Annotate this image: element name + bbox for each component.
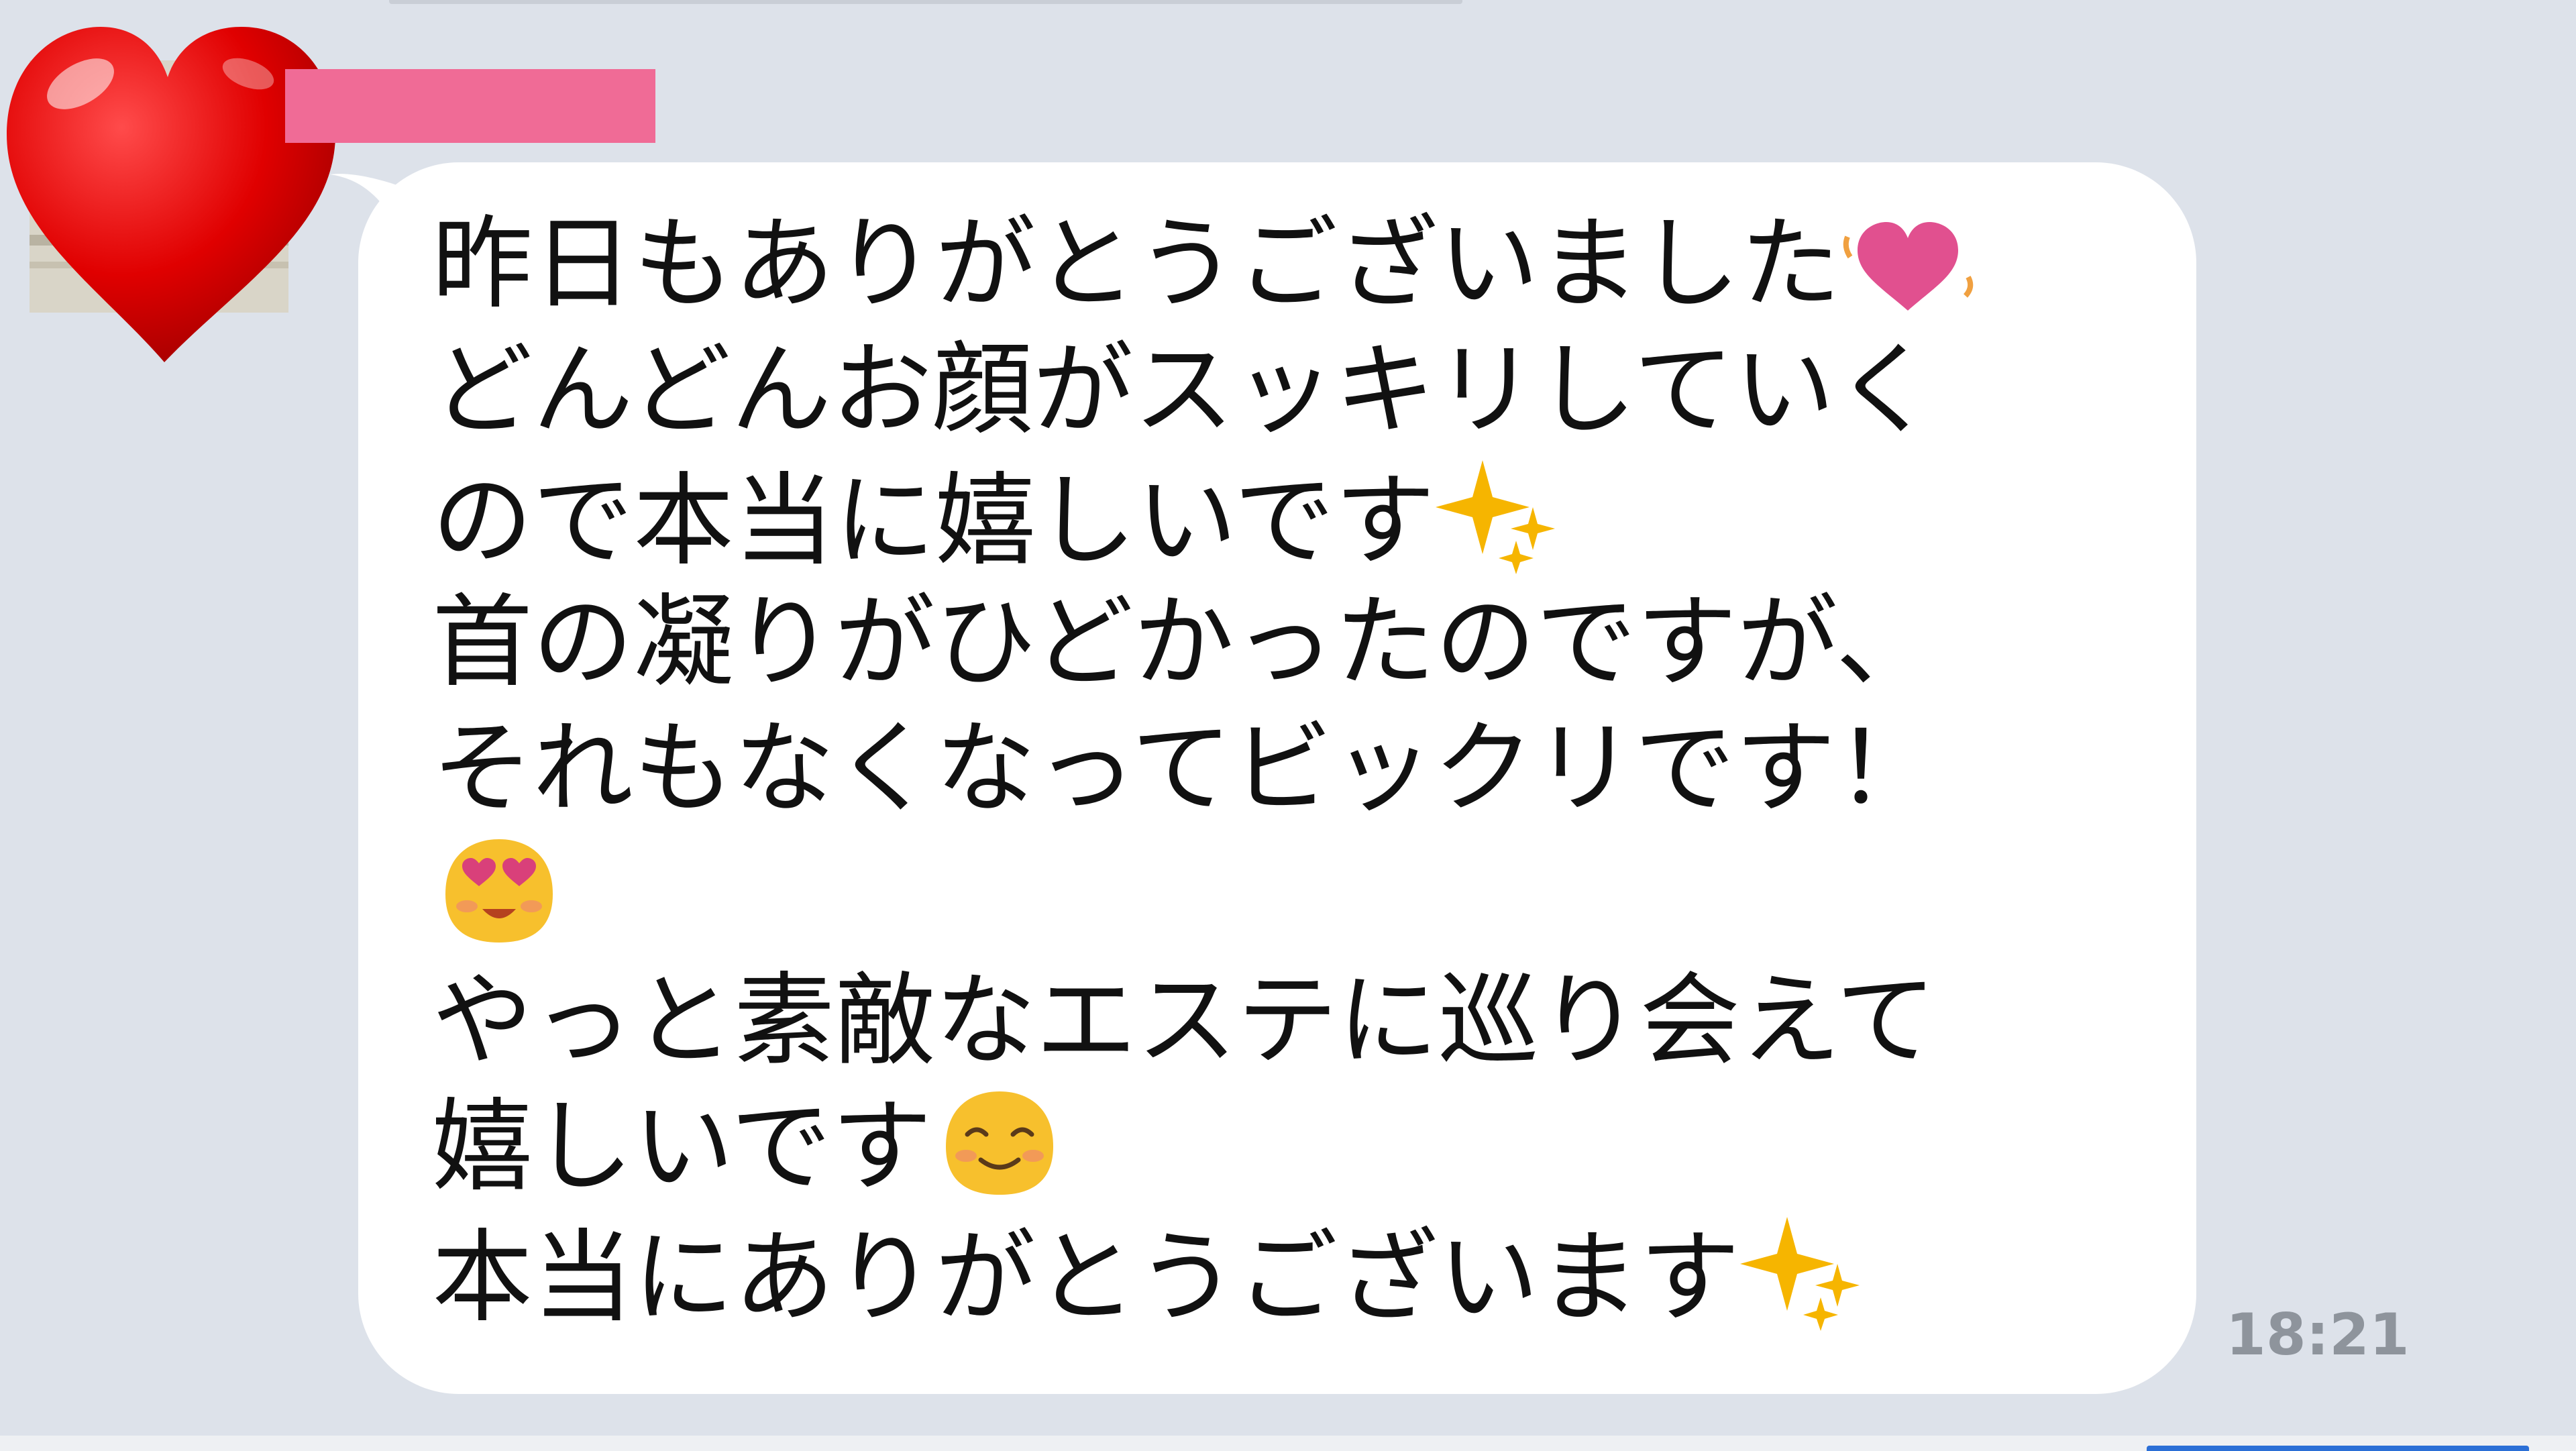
message-line: 本当にありがとうございます [432, 1210, 2149, 1336]
input-bar-accent [2147, 1446, 2529, 1451]
message-bubble[interactable]: 昨日もありがとうございました どんどんお顔がスッキリしていく ので本当に嬉しいで… [358, 162, 2196, 1394]
smiling-face-icon [945, 1091, 1053, 1195]
message-line: どんどんお顔がスッキリしていく [432, 332, 1936, 449]
message-line: 嬉しいです [432, 1084, 2149, 1210]
message-timestamp: 18:21 [2226, 1301, 2410, 1368]
message-line: 昨日もありがとうございました [432, 201, 2149, 327]
heart-eyes-face-icon [445, 839, 553, 943]
chat-screen: 昨日もありがとうございました どんどんお顔がスッキリしていく ので本当に嬉しいで… [0, 0, 2576, 1451]
previous-message-edge [389, 0, 1462, 4]
message-line: ので本当に嬉しいです [432, 453, 2149, 580]
message-text: 昨日もありがとうございました どんどんお顔がスッキリしていく ので本当に嬉しいで… [432, 201, 2149, 1336]
message-line [432, 832, 2149, 958]
sparkles-icon [1740, 1217, 1860, 1331]
sparkles-icon [1435, 460, 1555, 574]
message-line: 首の凝りがひどかったのですが、 [432, 584, 1937, 701]
message-line: それもなくなってビックリです！ [432, 710, 1937, 827]
beating-heart-icon [1843, 222, 1974, 311]
sender-name-redacted [285, 69, 655, 143]
message-line: やっと素敵なエステに巡り会えて [432, 963, 1937, 1079]
